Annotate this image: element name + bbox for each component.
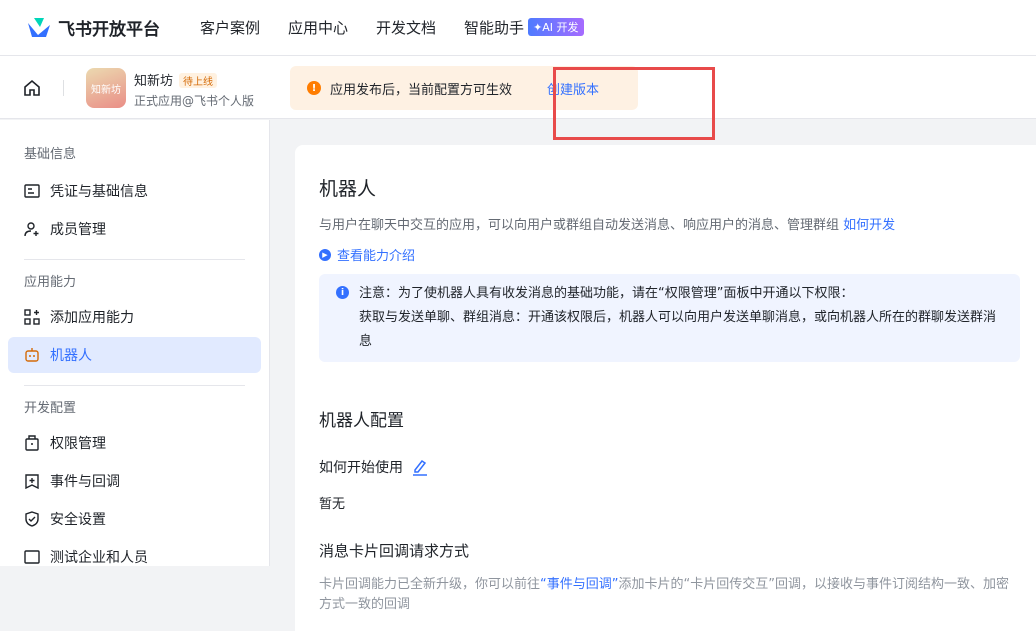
callback-text-pre: 卡片回调能力已全新升级，你可以前往	[319, 577, 541, 592]
page-title: 机器人	[319, 178, 377, 200]
divider	[24, 259, 245, 260]
sidebar-item-label: 成员管理	[50, 222, 106, 238]
bot-panel: 机器人 与用户在聊天中交互的应用，可以向用户或群组自动发送消息、响应用户的消息、…	[295, 145, 1036, 631]
sidebar-item-label: 机器人	[50, 348, 92, 364]
nav-assistant-label: 智能助手	[464, 19, 525, 37]
test-icon	[24, 550, 40, 564]
bot-config-title: 机器人配置	[319, 411, 404, 431]
callback-description: 卡片回调能力已全新升级，你可以前往“事件与回调”添加卡片的“卡片回传交互”回调，…	[319, 575, 1020, 615]
sidebar: 基础信息 凭证与基础信息 成员管理 应用能力 添加应用能力 机器人 开发配置 权…	[0, 120, 270, 566]
sidebar-item-members[interactable]: 成员管理	[8, 211, 261, 247]
home-icon[interactable]	[22, 78, 42, 98]
sidebar-item-label: 安全设置	[50, 512, 106, 528]
play-icon: ▶	[319, 248, 331, 261]
shield-icon	[25, 511, 39, 527]
page-description: 与用户在聊天中交互的应用，可以向用户或群组自动发送消息、响应用户的消息、管理群组…	[319, 214, 1020, 233]
howto-row: 如何开始使用	[319, 457, 1020, 477]
top-nav: 飞书开放平台 客户案例 应用中心 开发文档 智能助手 ✦AI 开发	[0, 0, 1036, 56]
sidebar-item-label: 凭证与基础信息	[50, 184, 148, 200]
sidebar-item-label: 权限管理	[50, 436, 106, 452]
sidebar-item-events[interactable]: 事件与回调	[8, 463, 261, 499]
permission-info-box: i 注意：为了使机器人具有收发消息的基础功能，请在“权限管理”面板中开通以下权限…	[319, 274, 1020, 362]
id-card-icon	[24, 184, 40, 198]
grid-add-icon	[24, 309, 40, 325]
sidebar-item-bot[interactable]: 机器人	[8, 337, 261, 373]
intro-label: 查看能力介绍	[337, 249, 416, 264]
description-text: 与用户在聊天中交互的应用，可以向用户或群组自动发送消息、响应用户的消息、管理群组	[319, 218, 840, 233]
robot-icon	[25, 348, 39, 362]
app-avatar: 知新坊	[86, 68, 126, 108]
howto-label: 如何开始使用	[319, 460, 403, 476]
lock-bag-icon	[25, 435, 39, 451]
nav-app-center[interactable]: 应用中心	[288, 17, 348, 38]
nav-customer-cases[interactable]: 客户案例	[200, 17, 260, 38]
sidebar-item-permissions[interactable]: 权限管理	[8, 425, 261, 461]
sidebar-item-security[interactable]: 安全设置	[8, 501, 261, 537]
sidebar-item-label: 测试企业和人员	[50, 550, 148, 566]
info-line-1: 注意：为了使机器人具有收发消息的基础功能，请在“权限管理”面板中开通以下权限：	[359, 286, 854, 301]
callback-title: 消息卡片回调请求方式	[319, 542, 470, 560]
divider	[63, 80, 64, 96]
app-header: 知新坊 知新坊 待上线 正式应用@飞书个人版 ! 应用发布后，当前配置方可生效 创…	[0, 56, 1036, 119]
sidebar-item-test-tenants[interactable]: 测试企业和人员	[8, 539, 261, 575]
howto-value: 暂无	[319, 497, 346, 512]
sidebar-item-add-capability[interactable]: 添加应用能力	[8, 299, 261, 335]
notice-text: 应用发布后，当前配置方可生效	[330, 82, 513, 98]
how-to-develop-link[interactable]: 如何开发	[843, 218, 895, 233]
status-badge: 待上线	[179, 73, 218, 88]
app-type: 正式应用@飞书个人版	[134, 94, 255, 108]
section-basic-info: 基础信息	[24, 147, 77, 162]
event-icon	[25, 474, 39, 489]
brand-logo[interactable]: 飞书开放平台	[26, 15, 160, 40]
nav-assistant[interactable]: 智能助手 ✦AI 开发	[464, 17, 584, 38]
edit-icon[interactable]	[411, 458, 429, 476]
capability-intro-link[interactable]: ▶ 查看能力介绍	[319, 245, 1020, 264]
info-line-2: 获取与发送单聊、群组消息：开通该权限后，机器人可以向用户发送单聊消息，或向机器人…	[359, 310, 997, 349]
sidebar-item-credentials[interactable]: 凭证与基础信息	[8, 173, 261, 209]
events-callbacks-link[interactable]: “事件与回调”	[540, 577, 618, 592]
info-icon: i	[336, 286, 349, 299]
highlight-annotation	[553, 67, 715, 140]
user-add-icon	[24, 222, 39, 237]
warning-icon: !	[307, 81, 321, 95]
app-name: 知新坊	[134, 74, 174, 89]
ai-badge: ✦AI 开发	[528, 18, 584, 36]
app-name-row: 知新坊 待上线	[134, 70, 218, 89]
divider	[24, 385, 245, 386]
section-dev-config: 开发配置	[24, 401, 77, 416]
nav-dev-docs[interactable]: 开发文档	[376, 17, 436, 38]
brand-name: 飞书开放平台	[58, 20, 160, 40]
section-app-capabilities: 应用能力	[24, 275, 77, 290]
sidebar-item-label: 添加应用能力	[50, 310, 134, 326]
feishu-logo-icon	[28, 17, 50, 37]
sidebar-item-label: 事件与回调	[50, 474, 120, 490]
